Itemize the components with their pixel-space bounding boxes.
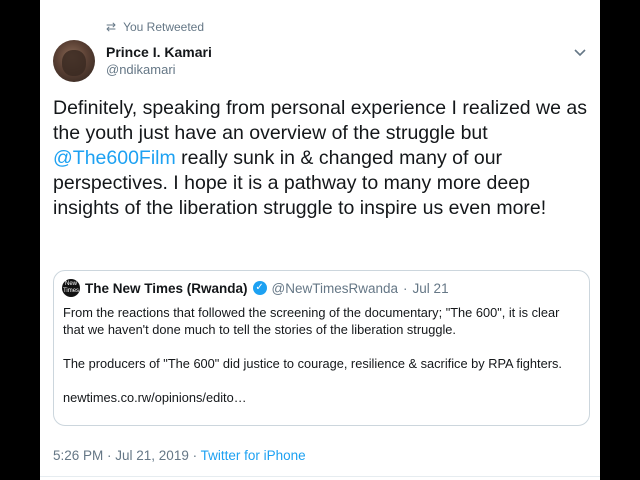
retweet-indicator: ⇄ You Retweeted — [106, 20, 204, 34]
author-name[interactable]: Prince I. Kamari — [106, 44, 212, 60]
logo-text: Times — [62, 288, 80, 294]
quoted-tweet-header: New Times The New Times (Rwanda) ✓ @NewT… — [62, 279, 449, 297]
quoted-link[interactable]: newtimes.co.rw/opinions/edito… — [63, 389, 583, 406]
tweet-text: Definitely, speaking from personal exper… — [53, 96, 593, 221]
avatar-photo — [62, 50, 86, 76]
retweet-icon: ⇄ — [106, 20, 116, 34]
quoted-avatar: New Times — [62, 279, 80, 297]
logo-text: New — [64, 281, 77, 287]
quoted-paragraph: From the reactions that followed the scr… — [63, 305, 560, 337]
tweet-timestamp[interactable]: 5:26 PM · Jul 21, 2019 · — [53, 448, 201, 463]
chevron-down-icon[interactable] — [570, 42, 590, 62]
quoted-tweet-body: From the reactions that followed the scr… — [63, 304, 583, 423]
quoted-date: Jul 21 — [412, 280, 449, 296]
quoted-author-handle: @NewTimesRwanda — [271, 280, 399, 296]
quoted-paragraph: The producers of "The 600" did justice t… — [63, 356, 562, 371]
author-handle[interactable]: @ndikamari — [106, 62, 176, 77]
tweet-source-link[interactable]: Twitter for iPhone — [201, 448, 306, 463]
retweet-text: You Retweeted — [123, 20, 205, 34]
quoted-author-name: The New Times (Rwanda) — [85, 280, 248, 296]
divider — [40, 476, 600, 477]
mention-link[interactable]: @The600Film — [53, 147, 176, 169]
tweet-card: ⇄ You Retweeted Prince I. Kamari @ndikam… — [40, 0, 600, 480]
tweet-text-part: Definitely, speaking from personal exper… — [53, 97, 587, 144]
verified-badge-icon: ✓ — [252, 281, 267, 295]
quoted-tweet[interactable]: New Times The New Times (Rwanda) ✓ @NewT… — [53, 270, 590, 426]
avatar[interactable] — [53, 40, 95, 82]
separator-dot: · — [403, 280, 408, 296]
tweet-footer: 5:26 PM · Jul 21, 2019 · Twitter for iPh… — [53, 448, 306, 463]
